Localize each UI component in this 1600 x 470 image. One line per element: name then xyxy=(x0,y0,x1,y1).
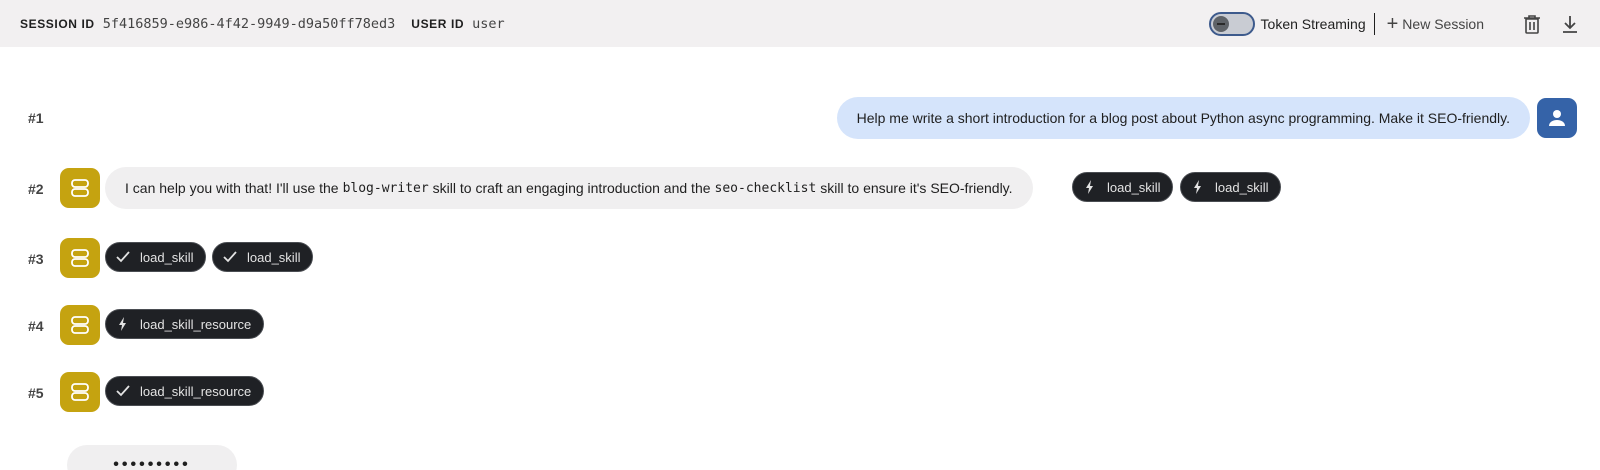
check-icon xyxy=(116,384,130,398)
bolt-icon xyxy=(116,317,130,331)
message-index: #1 xyxy=(28,110,44,126)
plus-icon: + xyxy=(1386,12,1399,35)
minus-icon xyxy=(1212,15,1229,32)
divider xyxy=(1373,12,1375,35)
message-index: #5 xyxy=(28,385,44,401)
bot-avatar xyxy=(60,305,100,345)
pill-label: load_skill xyxy=(247,249,301,265)
function-response-pill[interactable]: load_skill xyxy=(105,242,207,272)
message-index: #2 xyxy=(28,181,44,197)
token-streaming-toggle[interactable] xyxy=(1208,11,1255,36)
function-call-pill[interactable]: load_skill xyxy=(1072,172,1174,202)
delete-session-button[interactable] xyxy=(1522,14,1542,34)
function-response-pill[interactable]: load_skill xyxy=(212,242,314,272)
bolt-icon xyxy=(1191,180,1205,194)
function-call-pill[interactable]: load_skill xyxy=(1180,172,1282,202)
bot-message-bubble: I can help you with that! I'll use the b… xyxy=(105,167,1033,209)
pill-label: load_skill xyxy=(1215,179,1269,195)
header-actions: Token Streaming + New Session xyxy=(1208,11,1580,36)
robot-icon xyxy=(71,179,89,197)
user-id-label: USER ID xyxy=(411,16,465,31)
message-index: #4 xyxy=(28,318,44,334)
bot-message-text: I can help you with that! I'll use the xyxy=(125,180,339,196)
skill-code-seo-checklist: seo-checklist xyxy=(714,180,817,196)
skill-code-blog-writer: blog-writer xyxy=(342,180,429,196)
message-row: #4 load_skill_resource xyxy=(0,304,1600,346)
typing-indicator: ••••••••• xyxy=(67,445,237,470)
robot-icon xyxy=(71,383,89,401)
user-message-text: Help me write a short introduction for a… xyxy=(856,110,1510,126)
pill-label: load_skill_resource xyxy=(140,383,252,399)
message-index: #3 xyxy=(28,251,44,267)
session-header: SESSION ID 5f416859-e986-4f42-9949-d9a50… xyxy=(0,0,1600,47)
download-session-button[interactable] xyxy=(1560,14,1580,34)
robot-icon xyxy=(71,316,89,334)
pill-label: load_skill xyxy=(140,249,194,265)
bolt-icon xyxy=(1083,180,1097,194)
function-response-pill[interactable]: load_skill_resource xyxy=(105,376,265,406)
message-row: #1 Help me write a short introduction fo… xyxy=(0,97,1600,139)
message-row: #2 I can help you with that! I'll use th… xyxy=(0,167,1600,209)
session-id-label: SESSION ID xyxy=(20,16,95,31)
bot-avatar xyxy=(60,238,100,278)
token-streaming-label: Token Streaming xyxy=(1260,15,1366,32)
user-message-bubble: Help me write a short introduction for a… xyxy=(836,97,1530,139)
download-icon xyxy=(1563,15,1577,33)
message-row: #5 load_skill_resource xyxy=(0,371,1600,413)
check-icon xyxy=(223,250,237,264)
bot-message-text: skill to ensure it's SEO-friendly. xyxy=(820,180,1013,196)
new-session-label: New Session xyxy=(1402,15,1484,32)
pill-label: load_skill xyxy=(1107,179,1161,195)
person-icon xyxy=(1549,110,1565,126)
user-id-value: user xyxy=(472,15,505,32)
robot-icon xyxy=(71,249,89,267)
session-id-value: 5f416859-e986-4f42-9949-d9a50ff78ed3 xyxy=(102,15,396,32)
trash-icon xyxy=(1524,14,1540,34)
check-icon xyxy=(116,250,130,264)
bot-avatar xyxy=(60,168,100,208)
bot-message-text: skill to craft an engaging introduction … xyxy=(432,180,711,196)
pill-label: load_skill_resource xyxy=(140,316,252,332)
message-row: #3 load_skill load_skill xyxy=(0,237,1600,279)
function-call-pill[interactable]: load_skill_resource xyxy=(105,309,265,339)
bot-avatar xyxy=(60,372,100,412)
user-avatar xyxy=(1537,98,1577,138)
new-session-button[interactable]: + New Session xyxy=(1387,14,1484,34)
